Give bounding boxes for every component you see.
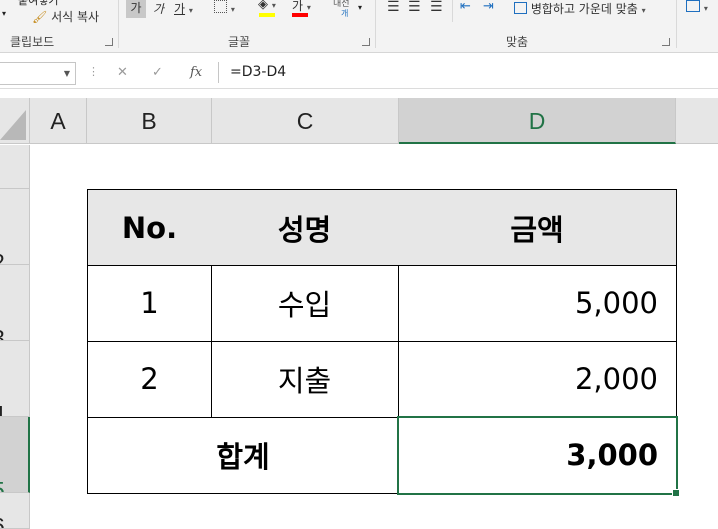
cell-c4[interactable]: 지출 <box>211 341 399 418</box>
font-color-button[interactable]: 가 ▾ <box>292 0 311 14</box>
cell-b3[interactable]: 1 <box>87 265 212 342</box>
total-label-cell[interactable]: 합계 <box>87 417 399 494</box>
chevron-down-icon: ▾ <box>230 5 235 14</box>
column-header-d[interactable]: D <box>399 98 676 144</box>
align-center-icon[interactable]: ☰ <box>408 0 421 15</box>
group-separator <box>676 0 677 48</box>
row-number: 4 <box>0 401 5 416</box>
underline-glyph: 가 <box>174 2 186 16</box>
italic-button[interactable]: 가 <box>153 0 164 17</box>
format-painter-button[interactable]: 🖌 서식 복사 <box>32 8 99 25</box>
underline-button[interactable]: 가 ▾ <box>174 0 193 17</box>
paint-bucket-icon: ◈ <box>258 0 268 12</box>
row-header-4[interactable]: 4 <box>0 341 30 417</box>
cell-b4[interactable]: 2 <box>87 341 212 418</box>
row-number: 5 <box>0 477 5 492</box>
group-separator <box>375 0 376 48</box>
header-cell-name[interactable]: 성명 <box>211 189 399 266</box>
enter-icon[interactable]: ✓ <box>152 65 163 80</box>
row-number: 1 <box>0 173 5 188</box>
chevron-down-icon: ▾ <box>703 4 708 13</box>
merge-center-button[interactable]: 병합하고 가운데 맞춤 ▾ <box>514 0 646 17</box>
align-left-icon[interactable]: ☰ <box>387 0 400 15</box>
chevron-down-icon: ▾ <box>306 3 311 12</box>
number-format-button[interactable]: ▾ <box>686 0 708 14</box>
column-header-a[interactable]: A <box>30 98 87 144</box>
row-number: 6 <box>0 513 5 528</box>
brush-icon: 🖌 <box>32 10 48 24</box>
decrease-indent-icon[interactable]: ⇤ <box>460 0 471 14</box>
column-header-b[interactable]: B <box>87 98 212 144</box>
increase-indent-icon[interactable]: ⇥ <box>483 0 494 14</box>
group-separator <box>452 0 453 22</box>
clipboard-dialog-launcher-icon[interactable] <box>105 38 113 46</box>
merge-icon <box>514 2 527 14</box>
row-header-5[interactable]: 5 <box>0 417 30 493</box>
chevron-down-icon[interactable]: ▾ <box>358 3 362 12</box>
row-header-3[interactable]: 3 <box>0 265 30 341</box>
row-number: 2 <box>0 249 5 264</box>
row-header-2[interactable]: 2 <box>0 189 30 265</box>
total-value-cell[interactable]: 3,000 <box>397 416 678 495</box>
row-number: 3 <box>0 325 5 340</box>
chevron-down-icon: ▾ <box>641 6 646 15</box>
select-all-triangle-icon <box>0 110 26 140</box>
more-dots-icon: ⋮ <box>88 65 99 78</box>
group-separator <box>118 0 119 48</box>
border-button[interactable]: ▾ <box>214 0 235 15</box>
fill-color-bar <box>259 13 275 17</box>
cell-d4[interactable]: 2,000 <box>398 341 677 418</box>
cancel-icon[interactable]: ✕ <box>117 65 128 80</box>
ribbon: 붙여넣기 🖌 서식 복사 ▾ 클립보드 가 가 가 ▾ ▾ ◈ ▾ 가 ▾ 내선… <box>0 0 718 53</box>
merge-center-label: 병합하고 가운데 맞춤 <box>530 2 638 16</box>
chevron-down-icon[interactable]: ▼ <box>64 69 70 78</box>
row-header-6[interactable]: 6 <box>0 493 30 529</box>
font-color-bar <box>292 13 308 17</box>
insert-function-icon[interactable]: fx <box>190 65 202 80</box>
alignment-dialog-launcher-icon[interactable] <box>662 38 670 46</box>
fill-handle[interactable] <box>672 489 680 497</box>
formula-input[interactable]: =D3-D4 <box>218 62 718 83</box>
format-painter-label: 서식 복사 <box>51 10 100 24</box>
header-cell-no[interactable]: No. <box>87 189 212 266</box>
cell-d3[interactable]: 5,000 <box>398 265 677 342</box>
currency-icon <box>686 0 700 12</box>
bold-button[interactable]: 가 <box>126 0 146 18</box>
align-right-icon[interactable]: ☰ <box>430 0 443 15</box>
small-caret-icon[interactable]: ▾ <box>2 9 6 18</box>
group-label-clipboard: 클립보드 <box>10 35 55 49</box>
column-header-c[interactable]: C <box>212 98 399 144</box>
column-header-e[interactable] <box>676 98 718 144</box>
chevron-down-icon: ▾ <box>271 1 276 10</box>
phonetic-caret-icon[interactable]: 개 <box>341 8 348 19</box>
select-all-corner[interactable] <box>0 98 30 144</box>
header-cell-amount[interactable]: 금액 <box>398 189 677 266</box>
chevron-down-icon: ▾ <box>188 6 193 15</box>
font-color-glyph: 가 <box>292 0 304 13</box>
group-label-alignment: 맞춤 <box>506 35 529 49</box>
group-label-font: 글꼴 <box>228 35 251 49</box>
fill-color-button[interactable]: ◈ ▾ <box>258 0 276 12</box>
paste-label[interactable]: 붙여넣기 <box>18 0 58 8</box>
cell-c3[interactable]: 수입 <box>211 265 399 342</box>
name-box[interactable]: ▼ <box>0 62 76 85</box>
bold-glyph: 가 <box>130 1 142 15</box>
border-icon <box>214 0 227 13</box>
row-header-1[interactable]: 1 <box>0 145 30 189</box>
font-dialog-launcher-icon[interactable] <box>362 38 370 46</box>
formula-bar: ▼ ⋮ ✕ ✓ fx =D3-D4 <box>0 58 718 89</box>
